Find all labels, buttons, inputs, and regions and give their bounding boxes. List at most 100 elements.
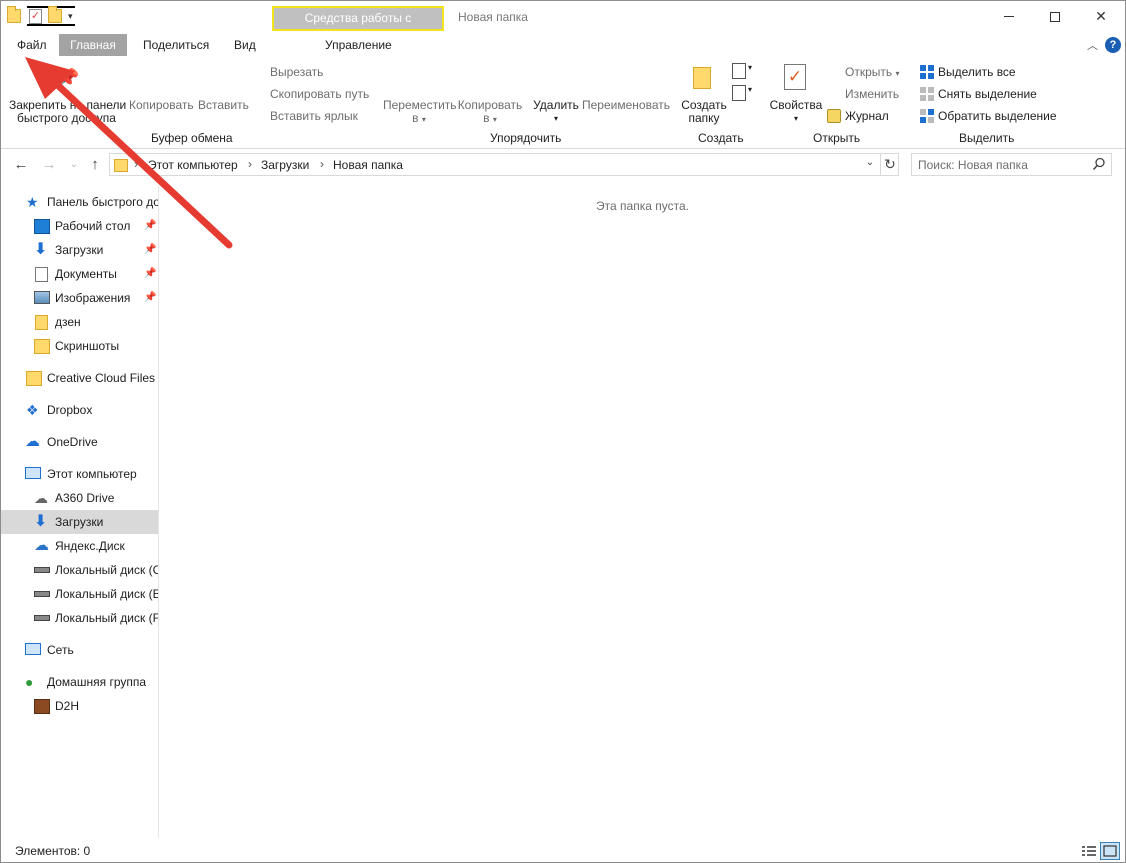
tab-manage[interactable]: Управление (317, 34, 400, 56)
nav-item-desktop[interactable]: Рабочий стол 📌 (1, 214, 158, 238)
nav-item-drive-c[interactable]: Локальный диск (C (1, 558, 159, 582)
large-icons-view-button[interactable] (1100, 842, 1120, 860)
help-icon[interactable]: ? (1105, 37, 1121, 53)
pin-icon: 📌 (144, 292, 157, 303)
open-label: Открыть (845, 65, 893, 79)
open-button[interactable]: Открыть ▾ (845, 65, 900, 79)
nav-label: Локальный диск (E (55, 587, 159, 601)
history-button[interactable]: Журнал (827, 109, 889, 123)
drive-icon (34, 615, 50, 621)
avatar (34, 699, 50, 714)
file-list-area[interactable]: Эта папка пуста. (160, 186, 1125, 838)
collapse-ribbon-icon[interactable]: ︿ (1087, 37, 1098, 53)
nav-item-downloads[interactable]: ⬇ Загрузки 📌 (1, 238, 158, 262)
pictures-icon (34, 291, 50, 304)
easy-access-icon[interactable] (732, 85, 746, 101)
rename-button[interactable]: Переименовать (582, 98, 670, 112)
tab-share[interactable]: Поделиться (135, 34, 217, 56)
breadcrumb-new-folder[interactable]: Новая папка (333, 158, 403, 172)
nav-label: Creative Cloud Files (47, 371, 156, 385)
nav-homegroup-user[interactable]: D2H (1, 694, 158, 718)
nav-network[interactable]: Сеть (1, 638, 158, 662)
cut-button[interactable]: Вырезать (270, 65, 323, 79)
address-dropdown-icon[interactable]: ⌄ (862, 157, 878, 168)
select-none-button[interactable]: Снять выделение (920, 87, 1037, 101)
nav-label: OneDrive (47, 435, 98, 449)
select-group-label: Выделить (959, 131, 1015, 145)
paste-shortcut-button[interactable]: Вставить ярлык (270, 109, 358, 123)
edit-button[interactable]: Изменить (845, 87, 899, 101)
nav-dropbox[interactable]: ❖ Dropbox (1, 398, 158, 422)
chevron-right-icon: › (320, 157, 324, 171)
nav-label: Загрузки (55, 243, 104, 257)
maximize-button[interactable] (1032, 1, 1078, 32)
refresh-button[interactable]: ↻ (880, 154, 899, 175)
nav-item-dzen[interactable]: дзен (1, 310, 158, 334)
up-button[interactable]: ↑ (85, 154, 105, 176)
chevron-down-icon: ▾ (553, 114, 558, 123)
tab-view[interactable]: Вид (226, 34, 264, 56)
new-folder-qat-icon[interactable] (48, 6, 62, 23)
properties-button[interactable]: Свойства ▾ (769, 99, 823, 125)
arrow-right-icon: → (41, 156, 57, 173)
chevron-down-icon: ▾ (748, 85, 753, 94)
nav-item-yandex-disk[interactable]: ☁ Яндекс.Диск (1, 534, 158, 558)
nav-label: D2H (55, 699, 80, 713)
breadcrumb-this-pc[interactable]: Этот компьютер (148, 158, 238, 172)
properties-qat-icon[interactable]: ✓ (29, 8, 42, 24)
back-button[interactable]: ← (11, 154, 31, 176)
customize-qat-icon[interactable]: ▾ (68, 11, 73, 22)
new-folder-button[interactable]: Создать папку (679, 99, 729, 125)
details-view-button[interactable] (1079, 842, 1099, 860)
nav-item-a360[interactable]: ☁ A360 Drive (1, 486, 158, 510)
nav-label: Домашняя группа (47, 675, 147, 689)
search-icon[interactable] (1092, 157, 1106, 171)
network-icon (25, 643, 41, 655)
explorer-window: ✓ ▾ Средства работы с рисунками Новая па… (0, 0, 1126, 863)
address-bar[interactable]: › Этот компьютер › Загрузки › Новая папк… (109, 153, 899, 176)
paste-button[interactable]: Вставить (198, 98, 249, 112)
nav-label: Документы (55, 267, 117, 281)
new-item-icon[interactable] (732, 63, 746, 79)
close-button[interactable]: ✕ (1078, 1, 1124, 32)
computer-icon (25, 467, 41, 479)
minimize-button[interactable] (986, 1, 1032, 32)
nav-item-drive-f[interactable]: Локальный диск (F (1, 606, 158, 630)
history-icon (827, 109, 841, 123)
nav-quick-access[interactable]: ★ Панель быстрого доступа (1, 190, 158, 214)
nav-this-pc[interactable]: Этот компьютер (1, 462, 158, 486)
search-input[interactable] (918, 157, 1088, 173)
copy-path-button[interactable]: Скопировать путь (270, 87, 369, 101)
nav-item-drive-e[interactable]: Локальный диск (E (1, 582, 159, 606)
organize-group-label: Упорядочить (490, 131, 562, 145)
picture-tools-tab[interactable]: Средства работы с рисунками (272, 6, 444, 46)
breadcrumb-downloads[interactable]: Загрузки (261, 158, 309, 172)
nav-item-documents[interactable]: Документы 📌 (1, 262, 158, 286)
nav-label: Локальный диск (C (55, 563, 159, 577)
move-to-button[interactable]: Переместить в ▾ (383, 99, 457, 126)
copy-to-button[interactable]: Копировать в ▾ (456, 99, 524, 126)
tab-file[interactable]: Файл (9, 34, 55, 56)
nav-item-pictures[interactable]: Изображения 📌 (1, 286, 158, 310)
nav-creative-cloud[interactable]: Creative Cloud Files (1, 366, 158, 390)
forward-button[interactable]: → (39, 154, 59, 176)
homegroup-icon: ● (25, 674, 34, 690)
delete-button[interactable]: Удалить ▾ (533, 99, 579, 125)
recent-locations-button[interactable]: ⌄ (64, 154, 84, 176)
chevron-down-icon: ⌄ (69, 159, 79, 170)
nav-item-screenshots[interactable]: Скриншоты (1, 334, 158, 358)
select-all-button[interactable]: Выделить все (920, 65, 1016, 79)
screenshots-folder-icon (34, 339, 50, 354)
nav-homegroup[interactable]: ● Домашняя группа (1, 670, 158, 694)
pin-icon: 📌 (144, 268, 157, 279)
nav-onedrive[interactable]: ☁ OneDrive (1, 430, 158, 454)
chevron-right-icon: › (134, 157, 138, 171)
invert-selection-button[interactable]: Обратить выделение (920, 109, 1057, 123)
title-bar: ✓ ▾ Средства работы с рисунками Новая па… (1, 1, 1125, 46)
chevron-down-icon: ▾ (492, 115, 497, 124)
pin-to-quick-access-button[interactable]: Закрепить на панели быстрого доступа (9, 99, 126, 125)
nav-label: дзен (55, 315, 81, 329)
nav-item-pc-downloads[interactable]: ⬇ Загрузки (1, 510, 158, 534)
tab-home[interactable]: Главная (59, 34, 127, 56)
copy-button[interactable]: Копировать (129, 98, 194, 112)
